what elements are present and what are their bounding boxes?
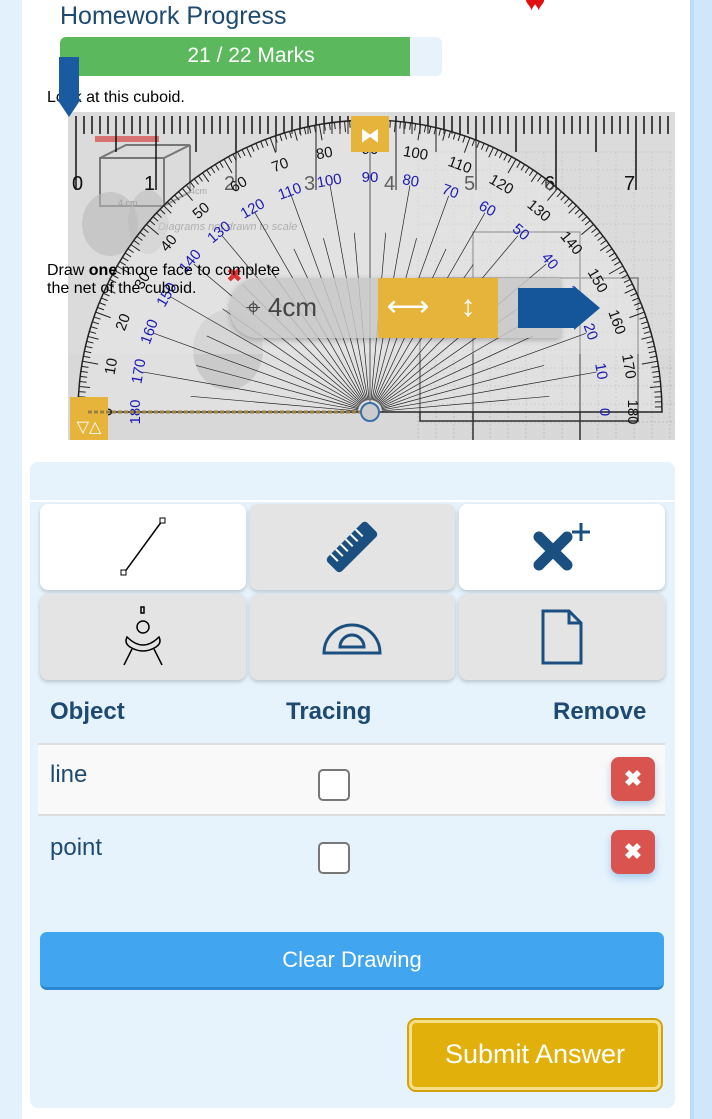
new-page-icon — [541, 609, 583, 665]
protractor-centre-handle[interactable] — [360, 402, 380, 422]
column-header-tracing: Tracing — [286, 698, 372, 725]
table-row: point ✖ — [38, 818, 665, 891]
remove-button[interactable]: ✖ — [611, 830, 655, 874]
protractor-inner-label: 10 — [591, 362, 611, 381]
pencil-pointer-icon[interactable] — [518, 286, 600, 330]
line-tool-button[interactable] — [40, 504, 246, 590]
horizontal-arrows-button[interactable]: ⟷ — [378, 278, 438, 338]
ruler-label: 0 — [72, 173, 83, 195]
ruler-label: 7 — [624, 173, 635, 195]
close-icon: ✖ — [623, 839, 643, 864]
protractor-outer-label: 10 — [102, 357, 122, 376]
column-header-object: Object — [50, 698, 125, 725]
protractor-outer-label: 180 — [624, 399, 641, 424]
rotate-icon: ▽△ — [77, 419, 102, 436]
protractor-inner-label: 0 — [596, 408, 613, 416]
hearts-icon: ♥♥ — [525, 0, 545, 15]
compass-icon — [123, 606, 163, 666]
close-icon: ✖ — [623, 766, 643, 791]
new-page-button[interactable] — [459, 594, 665, 680]
protractor-tool-button[interactable] — [249, 594, 456, 680]
object-name: point — [50, 834, 103, 861]
protractor-icon — [322, 623, 382, 655]
compass-tool-button[interactable] — [40, 594, 246, 680]
ruler-tool-button[interactable] — [249, 504, 456, 590]
tool-panel: Object Tracing Remove line ✖ point ✖ Cle… — [30, 462, 675, 1108]
tracing-checkbox[interactable] — [318, 769, 350, 801]
clear-drawing-button[interactable]: Clear Drawing — [40, 932, 664, 990]
table-row: line ✖ — [38, 743, 665, 816]
tracing-checkbox[interactable] — [318, 842, 350, 874]
tool-grid — [40, 504, 665, 680]
protractor-inner-label: 90 — [362, 169, 379, 186]
line-segment-icon — [120, 517, 166, 576]
divider — [30, 500, 675, 502]
page-title: Homework Progress — [60, 2, 287, 30]
progress-label: 21 / 22 Marks — [187, 44, 315, 67]
pin-marker-icon[interactable] — [57, 57, 81, 117]
scrollbar[interactable] — [690, 0, 712, 1119]
object-name: line — [50, 761, 88, 788]
submit-answer-button[interactable]: Submit Answer — [407, 1018, 663, 1092]
remove-button[interactable]: ✖ — [611, 757, 655, 801]
ruler-label: 1 — [144, 173, 155, 195]
add-point-icon — [533, 523, 591, 571]
point-tool-button[interactable] — [459, 504, 665, 590]
move-icon[interactable]: ⌖ — [246, 292, 261, 322]
flip-icon: ⧓ — [360, 125, 380, 147]
progress-bar: 21 / 22 Marks — [60, 37, 442, 76]
protractor-inner-label: 80 — [401, 171, 420, 191]
length-toolbar: ⌖ 4cm ⟷ ↕ — [230, 278, 600, 338]
column-header-remove: Remove — [553, 698, 647, 725]
length-readout[interactable]: ⌖ 4cm — [246, 292, 317, 324]
protractor-outer-label: 80 — [315, 144, 334, 164]
vertical-arrows-button[interactable]: ↕ — [438, 278, 498, 338]
ruler-icon — [327, 521, 378, 573]
protractor-inner-label: 180 — [127, 399, 144, 424]
